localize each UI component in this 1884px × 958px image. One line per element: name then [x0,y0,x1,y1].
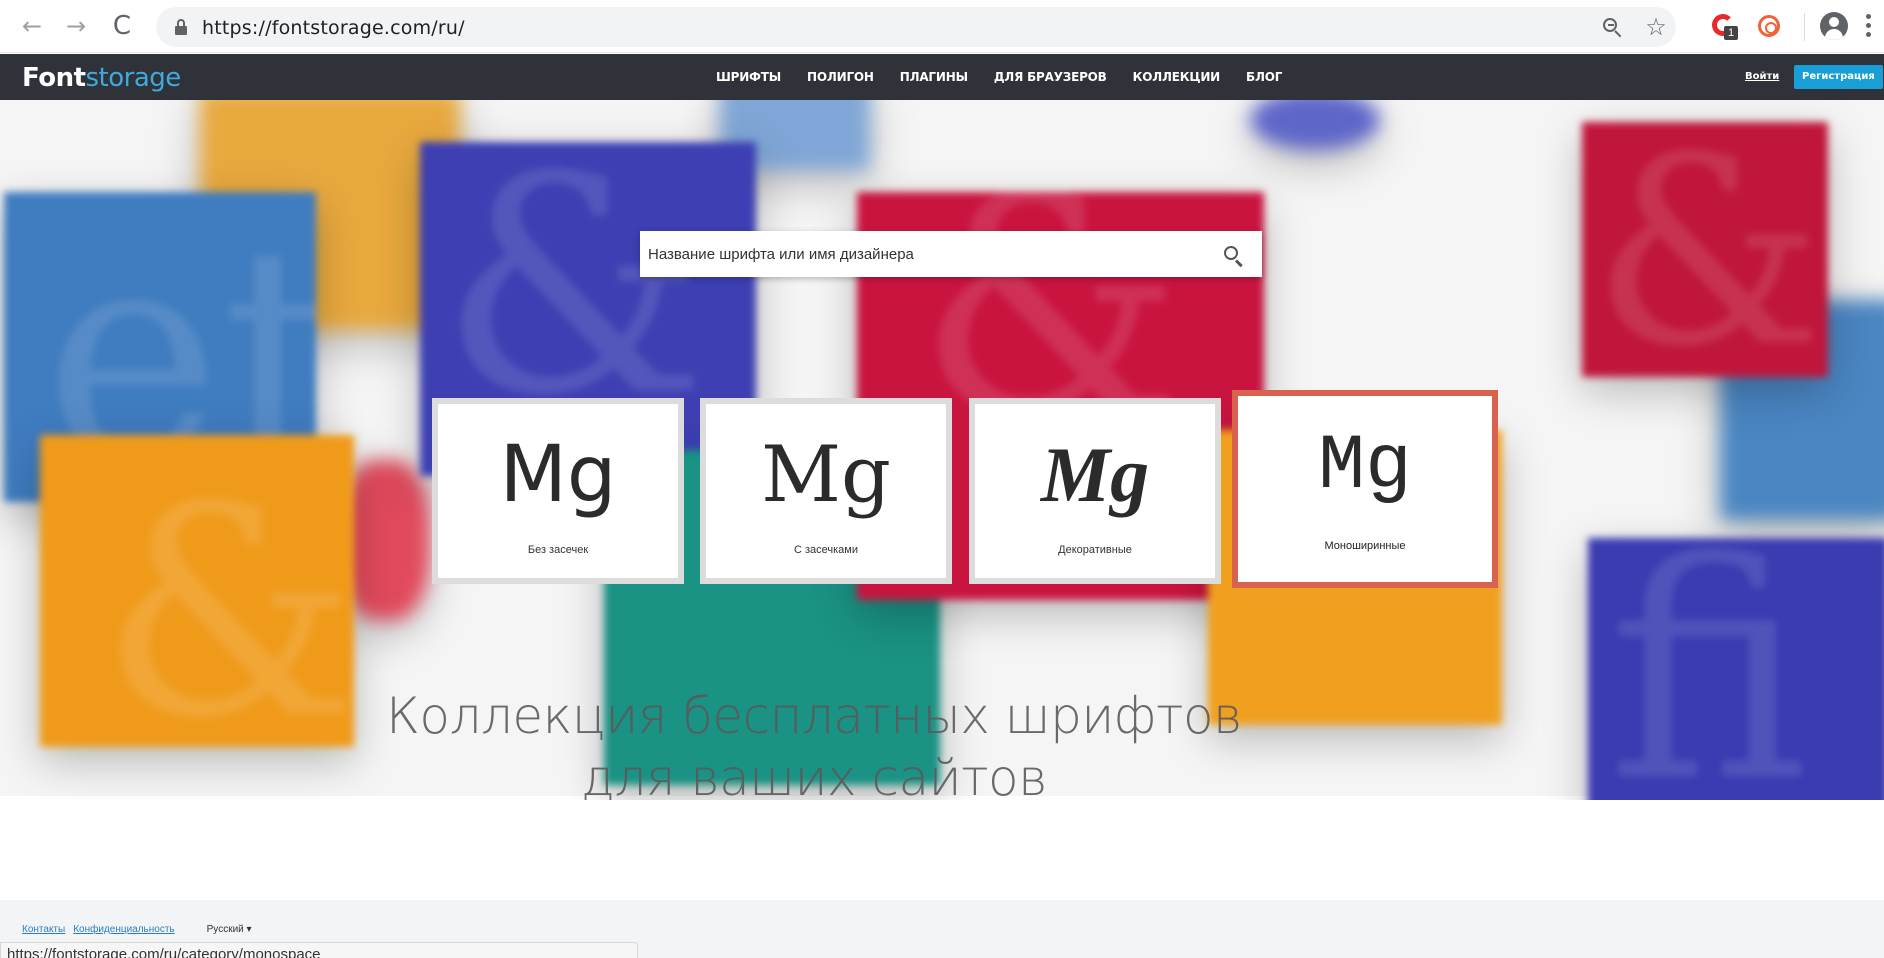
tile-glyph: fi [1608,538,1809,800]
zoom-icon[interactable] [1600,15,1624,39]
category-label: С засечками [793,544,859,556]
star-icon[interactable]: ☆ [1644,13,1668,41]
hero-tagline: Коллекция бесплатных шрифтов для ваших с… [0,685,1628,800]
nav-plugins[interactable]: ПЛАГИНЫ [900,70,968,84]
category-card-sans[interactable]: Mg Без засечек [432,398,684,584]
specimen-serif: Mg [761,430,891,520]
tile-glyph: & [1592,122,1824,377]
address-url[interactable]: https://fontstorage.com/ru/ [202,17,465,39]
link-status-bubble: https://fontstorage.com/ru/category/mono… [0,942,638,958]
status-url: https://fontstorage.com/ru/category/mono… [7,946,321,958]
language-select[interactable]: Русский ▾ [207,924,252,935]
extension-badge: 1 [1724,26,1738,40]
footer-link-privacy[interactable]: Конфиденциальность [73,924,174,935]
reload-icon[interactable]: C [108,11,136,41]
footer-links: Контакты Конфиденциальность Русский ▾ [22,924,252,935]
browser-toolbar: ← → C https://fontstorage.com/ru/ ☆ 1 [0,0,1884,53]
decor-tile-indigo-right: fi [1588,538,1884,800]
category-label: Без засечек [527,544,589,556]
decor-tile-crimson-right: & [1582,122,1828,377]
extension-target-icon[interactable] [1757,14,1783,40]
nav-collections[interactable]: КОЛЛЕКЦИИ [1133,70,1221,84]
toolbar-divider [1804,13,1805,41]
specimen-decorative: Mg [1040,431,1150,518]
hero-section: et & & & & fi Mg Без засечек Mg С засечк… [0,100,1884,800]
font-search-box [640,231,1262,277]
tagline-line-2: для ваших сайтов [581,749,1047,800]
tagline-line-1: Коллекция бесплатных шрифтов [386,687,1242,745]
nav-browsers[interactable]: ДЛЯ БРАУЗЕРОВ [994,70,1107,84]
profile-icon[interactable] [1820,12,1848,40]
category-card-serif[interactable]: Mg С засечками [700,398,952,584]
address-bar[interactable]: https://fontstorage.com/ru/ ☆ [156,7,1676,47]
site-header: Fontstorage ШРИФТЫ ПОЛИГОН ПЛАГИНЫ ДЛЯ Б… [0,54,1884,100]
decor-blob-indigo [1250,100,1380,150]
nav-polygon[interactable]: ПОЛИГОН [807,70,874,84]
nav-fonts[interactable]: ШРИФТЫ [716,70,781,84]
site-logo[interactable]: Fontstorage [22,63,181,93]
back-arrow-icon[interactable]: ← [18,12,46,40]
search-icon[interactable] [1222,244,1246,268]
forward-arrow-icon[interactable]: → [62,12,90,40]
lock-icon[interactable] [174,19,188,35]
font-search-input[interactable] [648,231,1208,277]
login-link[interactable]: Войти [1745,71,1779,82]
register-button[interactable]: Регистрация [1794,65,1883,89]
category-label: Декоративные [1058,544,1132,556]
logo-secondary: storage [85,63,182,93]
specimen-monospace: Mg [1318,423,1412,511]
footer-link-contacts[interactable]: Контакты [22,924,65,935]
extension-icon[interactable]: 1 [1712,14,1738,40]
category-card-decorative[interactable]: Mg Декоративные [969,398,1221,584]
main-nav: ШРИФТЫ ПОЛИГОН ПЛАГИНЫ ДЛЯ БРАУЗЕРОВ КОЛ… [716,54,1308,100]
category-label: Моноширинные [1324,540,1406,552]
logo-primary: Font [22,63,86,93]
category-card-monospace[interactable]: Mg Моноширинные [1232,390,1498,588]
nav-blog[interactable]: БЛОГ [1246,70,1282,84]
specimen-sans: Mg [499,430,617,520]
menu-icon[interactable] [1866,14,1872,40]
